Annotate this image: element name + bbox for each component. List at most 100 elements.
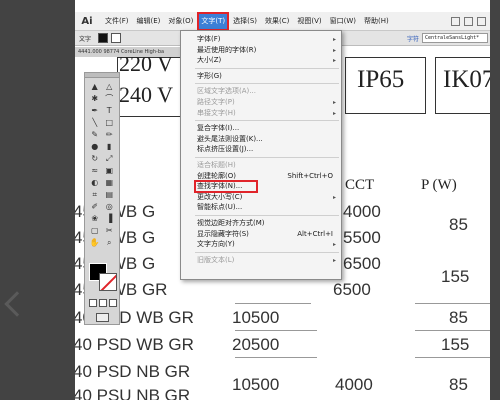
menu-item[interactable]: 帮助(H): [360, 12, 393, 31]
rectangle-tool-icon[interactable]: □: [103, 117, 117, 128]
menu-item[interactable]: 编辑(E): [133, 12, 165, 31]
menu-separator: [195, 67, 339, 69]
gradient-tool-icon[interactable]: ▤: [103, 189, 117, 200]
lasso-tool-icon[interactable]: ⌒: [103, 93, 117, 104]
scale-tool-icon[interactable]: ⤢: [103, 153, 117, 164]
color-mode-buttons: [89, 299, 117, 307]
window-controls: [451, 16, 490, 26]
type-menu-item[interactable]: 标点挤压设置(J)...: [181, 144, 341, 155]
ip-rating: IP65: [357, 66, 405, 93]
close-icon[interactable]: [477, 16, 486, 26]
blob-brush-tool-icon[interactable]: ●: [88, 141, 102, 152]
line-tool-icon[interactable]: ╲: [88, 117, 102, 128]
submenu-arrow-icon: ▸: [332, 99, 336, 106]
type-menu-item: 区域文字选项(A)...: [181, 86, 341, 97]
perspective-grid-tool-icon[interactable]: ▦: [103, 177, 117, 188]
fill-swatch[interactable]: [98, 33, 109, 43]
power-cell: 85: [449, 375, 468, 394]
type-menu-item[interactable]: 视觉边距对齐方式(M): [181, 218, 341, 229]
app-logo: Ai: [81, 15, 93, 27]
submenu-arrow-icon: ▸: [332, 193, 336, 201]
warp-tool-icon[interactable]: ≈: [88, 165, 102, 176]
menu-item[interactable]: 视图(V): [293, 12, 325, 31]
type-menu-item[interactable]: 创建轮廓(O) Shift+Ctrl+O: [181, 171, 341, 182]
control-bar-label: 文字: [79, 35, 92, 43]
menu-separator: [195, 251, 339, 253]
cct-header: CCT: [345, 177, 375, 193]
direct-selection-tool-icon[interactable]: △: [103, 81, 117, 92]
menu-item[interactable]: 选择(S): [229, 12, 261, 31]
artboard-tool-icon[interactable]: ▢: [88, 225, 102, 236]
character-panel-link[interactable]: 字符: [407, 34, 419, 43]
type-menu-item[interactable]: 大小(Z) ▸: [181, 55, 341, 66]
type-menu-item[interactable]: 避头尾法则设置(K)...: [181, 134, 341, 145]
stroke-swatch[interactable]: [111, 33, 122, 43]
free-transform-tool-icon[interactable]: ▣: [103, 165, 117, 176]
type-menu-item-label: 字体(F): [197, 35, 221, 43]
pencil-tool-icon[interactable]: ✏: [103, 129, 117, 140]
type-menu-dropdown: 字体(F) ▸ 最近使用的字体(R) ▸ 大小(Z) ▸ 字形(G) 区域文字选项(A)...…: [180, 30, 342, 280]
ik-rating: IK07: [443, 66, 490, 93]
symbol-sprayer-tool-icon[interactable]: ❀: [88, 213, 102, 224]
none-mode-icon[interactable]: [109, 299, 117, 307]
model-cell: 40 PSU NB GR: [75, 386, 191, 400]
type-menu-item[interactable]: 最近使用的字体(R) ▸: [181, 45, 341, 56]
hand-tool-icon[interactable]: ✋: [88, 237, 102, 248]
selection-tool-icon[interactable]: ▲: [88, 81, 102, 92]
stroke-color-swatch[interactable]: [99, 273, 117, 291]
pen-tool-icon[interactable]: ✒: [88, 105, 102, 116]
font-family-field[interactable]: CentraleSansLight*: [422, 33, 488, 43]
row-divider: [235, 303, 311, 304]
cct-cell: 6500: [333, 280, 371, 299]
tools-panel: ▲ △ ✱ ⌒ ✒ T ╲ □ ✎ ✏ ● ▮ ↻ ⤢ ≈ ▣ ◐ ▦ ⌗ ▤ …: [84, 72, 120, 325]
type-menu-item-label: 串接文字(H): [197, 108, 236, 117]
type-tool-icon[interactable]: T: [103, 105, 117, 116]
zoom-tool-icon[interactable]: ⌕: [103, 237, 117, 248]
menu-separator: [195, 157, 339, 158]
type-menu-item-label: 查找字体(N)...: [197, 182, 243, 191]
gradient-mode-icon[interactable]: [99, 299, 107, 307]
screen-mode-icon[interactable]: [96, 313, 109, 322]
slice-tool-icon[interactable]: ✂: [103, 225, 117, 236]
type-menu-item[interactable]: 显示隐藏字符(S) Alt+Ctrl+I: [181, 229, 341, 240]
chevron-left-icon[interactable]: [4, 291, 30, 317]
type-menu-item[interactable]: 文字方向(Y) ▸: [181, 239, 341, 250]
eyedropper-tool-icon[interactable]: ✐: [88, 201, 102, 212]
power-header: P (W): [421, 177, 457, 193]
type-menu-item[interactable]: 更改大小写(C) ▸: [181, 192, 341, 203]
blend-tool-icon[interactable]: ◎: [103, 201, 117, 212]
eraser-tool-icon[interactable]: ▮: [103, 141, 117, 152]
menu-item[interactable]: 效果(C): [261, 12, 293, 31]
type-menu-item-label: 字形(G): [197, 71, 222, 80]
minimize-icon[interactable]: [451, 16, 460, 26]
menu-item[interactable]: 对象(O): [164, 12, 197, 31]
cct-cell: 10500: [232, 375, 280, 394]
power-cell: 85: [449, 215, 468, 234]
type-menu-item[interactable]: 字体(F) ▸: [181, 34, 341, 45]
magic-wand-tool-icon[interactable]: ✱: [88, 93, 102, 104]
maximize-icon[interactable]: [464, 16, 473, 26]
type-menu-item-label: 标点挤压设置(J)...: [197, 145, 254, 154]
right-gutter: [490, 0, 500, 400]
submenu-arrow-icon: ▸: [332, 256, 336, 264]
color-mode-icon[interactable]: [89, 299, 97, 307]
type-menu-item[interactable]: 复合字体(I)...: [181, 123, 341, 134]
cct-cell: 4000: [343, 202, 381, 221]
submenu-arrow-icon: ▸: [332, 241, 336, 249]
type-menu-item[interactable]: 智能标点(U)...: [181, 202, 341, 213]
type-menu-item[interactable]: 查找字体(N)...: [194, 180, 258, 194]
menu-separator: [195, 83, 339, 85]
voltage-line-2: 240 V: [119, 82, 173, 107]
rotate-tool-icon[interactable]: ↻: [88, 153, 102, 164]
menu-item[interactable]: 文字(T): [197, 11, 230, 31]
menu-bar: Ai 文件(F) 编辑(E) 对象(O) 文字(T) 选择(S) 效果(C) 视图(V) 窗口…: [75, 11, 490, 31]
type-menu-item[interactable]: 字形(G): [181, 71, 341, 82]
menu-item[interactable]: 窗口(W): [326, 12, 360, 31]
paintbrush-tool-icon[interactable]: ✎: [88, 129, 102, 140]
mesh-tool-icon[interactable]: ⌗: [88, 189, 102, 200]
type-menu-item-label: 路径文字(P): [197, 98, 235, 106]
shape-builder-tool-icon[interactable]: ◐: [88, 177, 102, 188]
menu-item[interactable]: 文件(F): [101, 12, 133, 31]
fill-stroke-widget[interactable]: [89, 263, 117, 293]
column-graph-tool-icon[interactable]: ▐: [103, 213, 117, 224]
